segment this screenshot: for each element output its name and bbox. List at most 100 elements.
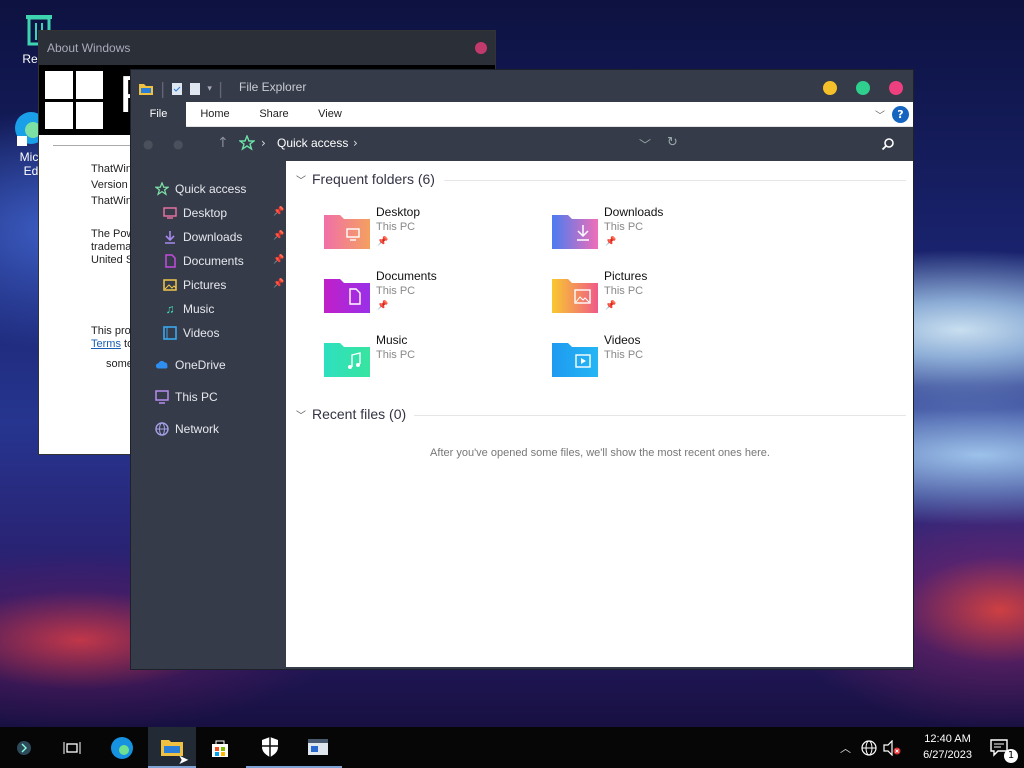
notification-center-button[interactable]: 1 (976, 727, 1024, 768)
back-icon[interactable]: ● (143, 137, 153, 151)
expand-ribbon-icon[interactable]: ﹀ (875, 107, 885, 122)
pin-icon: 📌 (273, 231, 285, 241)
folder-tile-documents[interactable]: Documents This PC 📌 (324, 269, 544, 325)
sidebar-label: Pictures (183, 278, 227, 292)
about-line-5: tradema (91, 241, 132, 253)
address-dropdown-icon[interactable]: ﹀ (639, 136, 651, 153)
tab-home[interactable]: Home (191, 102, 239, 127)
task-view-icon (63, 741, 81, 754)
sidebar-item-this-pc[interactable]: This PC (155, 387, 218, 407)
about-line-1: ThatWin (91, 163, 132, 175)
sidebar-item-desktop[interactable]: Desktop (163, 203, 227, 223)
taskbar-security[interactable] (246, 727, 294, 768)
forward-icon[interactable]: ● (173, 137, 183, 151)
document-icon (165, 254, 176, 268)
breadcrumb-quick-access[interactable]: Quick access (277, 136, 348, 150)
folder-name: Desktop (376, 205, 421, 219)
pictures-folder-icon (552, 279, 598, 313)
sidebar-item-documents[interactable]: Documents (163, 251, 244, 271)
sidebar-label: Videos (183, 326, 220, 340)
sidebar-item-pictures[interactable]: Pictures (163, 275, 226, 295)
minimize-button[interactable] (823, 81, 837, 95)
about-close-button[interactable] (475, 42, 487, 54)
breadcrumb-chevron-icon[interactable]: › (353, 136, 358, 150)
refresh-icon[interactable]: ↻ (667, 135, 678, 150)
help-button[interactable]: ? (892, 106, 909, 123)
start-button[interactable] (0, 727, 48, 768)
maximize-button[interactable] (856, 81, 870, 95)
network-globe-icon[interactable] (861, 739, 877, 756)
taskbar-file-explorer[interactable]: ➤ (148, 727, 196, 768)
clock-date: 6/27/2023 (923, 749, 972, 761)
about-line-2: Version (91, 179, 128, 191)
sidebar-item-downloads[interactable]: Downloads (163, 227, 242, 247)
close-button[interactable] (889, 81, 903, 95)
globe-icon (155, 422, 169, 436)
recent-files-header[interactable]: ﹀ Recent files (0) (296, 406, 406, 422)
terms-link[interactable]: Terms (91, 338, 121, 350)
folder-tile-videos[interactable]: Videos This PC (552, 333, 772, 389)
pin-icon: 📌 (273, 279, 285, 289)
system-tray: ︿ (840, 727, 901, 768)
taskbar-about-windows[interactable] (294, 727, 342, 768)
search-icon[interactable] (881, 137, 895, 151)
tab-file[interactable]: File (131, 102, 186, 127)
ribbon-tabs: File Home Share View ﹀ ? (131, 102, 913, 127)
start-icon (17, 740, 31, 755)
folder-tile-music[interactable]: Music This PC (324, 333, 544, 389)
sidebar-item-quick-access[interactable]: Quick access (155, 179, 246, 199)
breadcrumb-separator-icon: › (261, 136, 266, 150)
sidebar-item-videos[interactable]: Videos (163, 323, 219, 343)
taskbar-store[interactable] (196, 727, 244, 768)
taskbar-edge[interactable] (98, 727, 146, 768)
sidebar-item-network[interactable]: Network (155, 419, 219, 439)
sidebar-label: OneDrive (175, 358, 226, 372)
section-title: Frequent folders (6) (312, 171, 435, 187)
frequent-folders-header[interactable]: ﹀ Frequent folders (6) (296, 171, 435, 187)
about-line-3: ThatWin (91, 195, 132, 207)
customize-toolbar-icon[interactable]: ▾ (207, 84, 212, 94)
folder-location: This PC (604, 221, 644, 233)
about-titlebar[interactable]: About Windows (39, 31, 495, 65)
music-note-icon: ♫ (165, 302, 175, 316)
video-icon (163, 326, 177, 340)
folder-tile-desktop[interactable]: Desktop This PC 📌 (324, 205, 544, 261)
music-folder-icon (324, 343, 370, 377)
task-view-button[interactable] (48, 727, 96, 768)
explorer-title: File Explorer (239, 80, 307, 94)
show-hidden-icons-icon[interactable]: ︿ (840, 740, 851, 756)
folder-location: This PC (604, 285, 644, 297)
notification-badge: 1 (1004, 749, 1018, 763)
sidebar-label: Music (183, 302, 215, 316)
tab-share[interactable]: Share (249, 102, 299, 127)
sidebar-label: Network (175, 422, 220, 436)
pin-icon: 📌 (605, 301, 617, 311)
file-explorer-window: | ▾ | File Explorer File Home Share View… (130, 69, 914, 670)
tab-view[interactable]: View (307, 102, 353, 127)
new-folder-icon[interactable] (189, 82, 201, 96)
folder-tile-pictures[interactable]: Pictures This PC 📌 (552, 269, 772, 325)
sidebar-item-onedrive[interactable]: OneDrive (155, 355, 226, 375)
documents-folder-icon (324, 279, 370, 313)
explorer-titlebar[interactable]: | ▾ | File Explorer (131, 70, 913, 102)
properties-icon[interactable] (171, 82, 183, 96)
clock[interactable]: 12:40 AM 6/27/2023 (923, 731, 972, 763)
sidebar-item-music[interactable]: ♫ Music (163, 299, 215, 319)
folder-name: Downloads (604, 205, 664, 219)
up-arrow-icon[interactable]: ↑ (217, 135, 229, 151)
volume-muted-icon[interactable] (883, 739, 901, 756)
folder-tile-downloads[interactable]: Downloads This PC 📌 (552, 205, 772, 261)
mouse-cursor-icon: ➤ (178, 753, 189, 768)
chevron-down-icon: ﹀ (296, 175, 306, 187)
folder-location: This PC (376, 221, 416, 233)
download-icon (165, 231, 175, 244)
pin-icon: 📌 (605, 237, 617, 247)
section-divider (414, 415, 906, 416)
downloads-folder-icon (552, 215, 598, 249)
folder-app-icon (139, 83, 153, 95)
folder-location: This PC (376, 285, 416, 297)
desktop-icon (163, 207, 177, 219)
pin-icon: 📌 (377, 237, 389, 247)
shield-icon (262, 736, 278, 757)
folder-name: Videos (604, 333, 641, 347)
